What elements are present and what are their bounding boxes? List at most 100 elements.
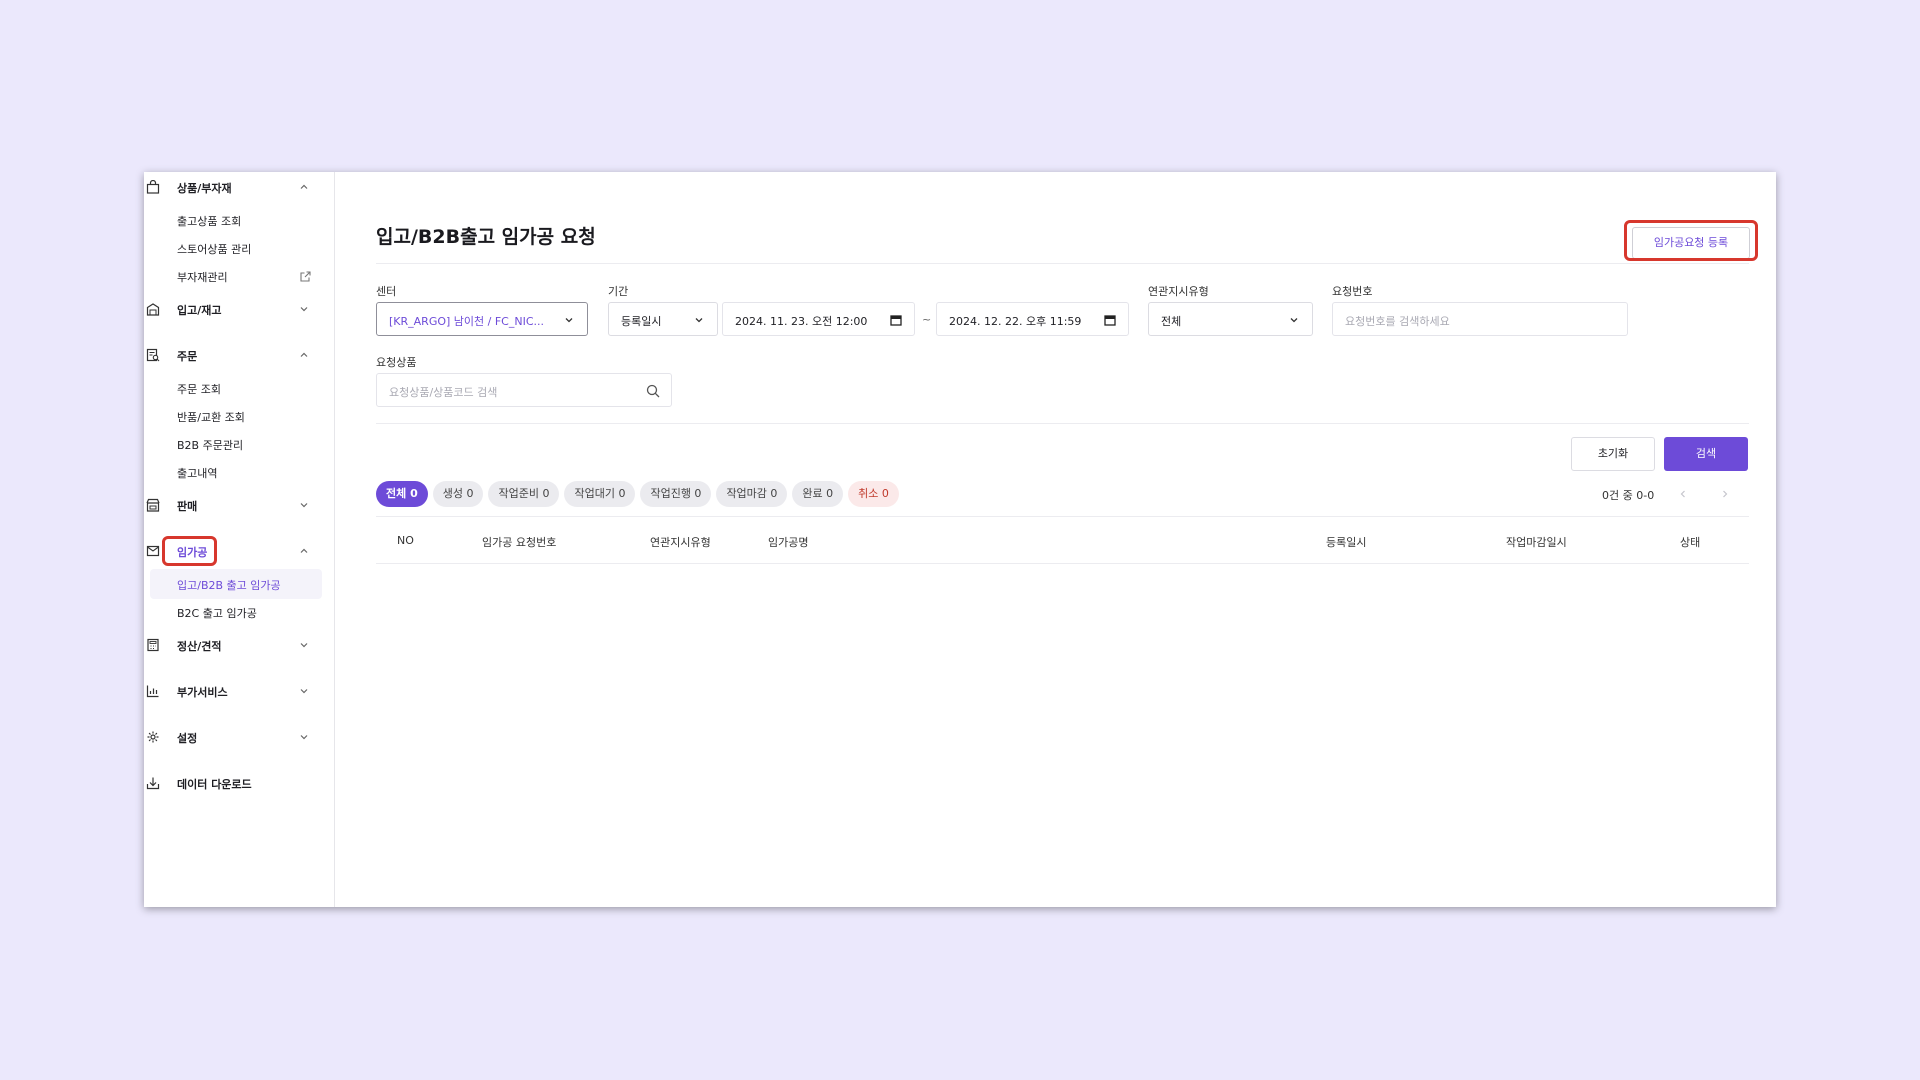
sidebar-group-label: 주문 — [177, 350, 198, 363]
sidebar-item-data-download[interactable]: 데이터 다운로드 — [144, 768, 335, 798]
warehouse-icon — [146, 303, 160, 316]
sidebar-item-returns[interactable]: 반품/교환 조회 — [150, 401, 322, 431]
sidebar: 상품/부자재 출고상품 조회 스토어상품 관리 부자재관리 입고/재고 주문 주… — [144, 172, 335, 907]
calendar-icon[interactable] — [1104, 314, 1116, 326]
pagination-count: 0건 중 0-0 — [1602, 489, 1655, 502]
calculator-icon — [147, 638, 159, 652]
request-no-placeholder: 요청번호를 검색하세요 — [1345, 315, 1450, 328]
bag-icon — [146, 180, 160, 194]
center-select[interactable]: [KR_ARGO] 남이천 / FC_NIC... — [376, 302, 588, 336]
column-header-request-no: 임가공 요청번호 — [482, 536, 557, 549]
calendar-icon[interactable] — [890, 314, 902, 326]
sidebar-item-order-lookup[interactable]: 주문 조회 — [150, 373, 322, 403]
status-chip-in-progress[interactable]: 작업진행 0 — [640, 481, 712, 507]
column-header-deadline: 작업마감일시 — [1506, 536, 1567, 549]
status-chip-cancelled[interactable]: 취소 0 — [848, 481, 899, 507]
sidebar-item-b2c-processing[interactable]: B2C 출고 임가공 — [150, 597, 322, 627]
sidebar-group-settlement[interactable]: 정산/견적 — [144, 630, 335, 660]
sidebar-item-label: B2C 출고 임가공 — [177, 607, 257, 620]
date-range-separator: ~ — [922, 313, 932, 326]
instruction-type-select[interactable]: 전체 — [1148, 302, 1313, 336]
external-link-icon — [300, 271, 311, 282]
chevron-down-icon[interactable] — [298, 731, 310, 743]
column-header-registered-at: 등록일시 — [1326, 536, 1367, 549]
date-from-value: 2024. 11. 23. 오전 12:00 — [735, 315, 868, 328]
sidebar-item-b2b-orders[interactable]: B2B 주문관리 — [150, 429, 322, 459]
sidebar-item-shipping-history[interactable]: 출고내역 — [150, 457, 322, 487]
sidebar-group-label: 상품/부자재 — [177, 182, 232, 195]
status-chip-created[interactable]: 생성 0 — [432, 481, 484, 507]
order-search-icon — [146, 348, 160, 362]
sidebar-group-label: 설정 — [177, 732, 198, 745]
date-to-value: 2024. 12. 22. 오후 11:59 — [949, 315, 1082, 328]
page-title: 입고/B2B출고 임가공 요청 — [376, 226, 596, 248]
status-filter-chips: 전체 0 생성 0 작업준비 0 작업대기 0 작업진행 0 작업마감 0 완료… — [376, 481, 899, 507]
chevron-down-icon — [1290, 318, 1298, 323]
status-chip-waiting[interactable]: 작업대기 0 — [564, 481, 636, 507]
status-chip-done[interactable]: 완료 0 — [792, 481, 844, 507]
inbox-icon — [146, 545, 160, 557]
period-type-value: 등록일시 — [621, 315, 662, 328]
sidebar-group-label: 정산/견적 — [177, 640, 222, 653]
sidebar-group-addon[interactable]: 부가서비스 — [144, 676, 335, 706]
column-header-name: 임가공명 — [768, 536, 809, 549]
app-window: 상품/부자재 출고상품 조회 스토어상품 관리 부자재관리 입고/재고 주문 주… — [144, 172, 1776, 907]
gear-icon — [147, 731, 159, 743]
request-product-placeholder: 요청상품/상품코드 검색 — [389, 386, 498, 399]
sidebar-group-inbound[interactable]: 입고/재고 — [144, 294, 335, 324]
date-to-input[interactable]: 2024. 12. 22. 오후 11:59 — [936, 302, 1129, 336]
sidebar-item-label: 출고상품 조회 — [177, 215, 242, 228]
chart-icon — [146, 685, 159, 698]
sidebar-group-sales[interactable]: 판매 — [144, 490, 335, 520]
sidebar-group-settings[interactable]: 설정 — [144, 722, 335, 752]
chevron-right-icon[interactable] — [1719, 488, 1731, 500]
date-from-input[interactable]: 2024. 11. 23. 오전 12:00 — [722, 302, 915, 336]
chevron-down-icon[interactable] — [298, 639, 310, 651]
sidebar-item-label: 부자재관리 — [177, 271, 228, 284]
table-top-border — [376, 516, 1749, 517]
sidebar-item-label: 반품/교환 조회 — [177, 411, 245, 424]
chevron-down-icon[interactable] — [298, 499, 310, 511]
sidebar-item-inbound-b2b-processing[interactable]: 입고/B2B 출고 임가공 — [150, 569, 322, 599]
sidebar-item-label: 주문 조회 — [177, 383, 221, 396]
download-icon — [146, 777, 160, 790]
status-chip-closing[interactable]: 작업마감 0 — [716, 481, 788, 507]
center-label: 센터 — [376, 285, 397, 298]
sidebar-group-products[interactable]: 상품/부자재 — [144, 172, 335, 202]
sidebar-item-label: 스토어상품 관리 — [177, 243, 252, 256]
instruction-type-label: 연관지시유형 — [1148, 285, 1209, 298]
highlight-box-register-button — [1624, 220, 1758, 261]
sidebar-item-materials[interactable]: 부자재관리 — [150, 261, 322, 291]
status-chip-all[interactable]: 전체 0 — [376, 481, 428, 507]
chevron-up-icon[interactable] — [298, 349, 310, 361]
store-icon — [146, 498, 160, 512]
request-no-label: 요청번호 — [1332, 285, 1373, 298]
chevron-up-icon[interactable] — [298, 545, 310, 557]
column-header-status: 상태 — [1680, 536, 1701, 549]
divider — [376, 423, 1749, 424]
chevron-down-icon[interactable] — [298, 685, 310, 697]
search-button[interactable]: 검색 — [1664, 437, 1748, 471]
chevron-down-icon[interactable] — [298, 303, 310, 315]
chevron-left-icon[interactable] — [1677, 488, 1689, 500]
sidebar-item-outbound-products[interactable]: 출고상품 조회 — [150, 205, 322, 235]
status-chip-preparing[interactable]: 작업준비 0 — [488, 481, 560, 507]
column-header-instruction-type: 연관지시유형 — [650, 536, 711, 549]
period-type-select[interactable]: 등록일시 — [608, 302, 718, 336]
request-no-input[interactable]: 요청번호를 검색하세요 — [1332, 302, 1628, 336]
sidebar-group-label: 판매 — [177, 500, 198, 513]
sidebar-group-label: 입고/재고 — [177, 304, 222, 317]
request-product-search-input[interactable]: 요청상품/상품코드 검색 — [376, 373, 672, 407]
sidebar-item-store-products[interactable]: 스토어상품 관리 — [150, 233, 322, 263]
search-icon[interactable] — [646, 384, 660, 398]
sidebar-group-label: 데이터 다운로드 — [177, 778, 252, 791]
table-header-bottom-border — [376, 563, 1749, 564]
sidebar-group-orders[interactable]: 주문 — [144, 340, 335, 370]
divider — [376, 263, 1749, 264]
sidebar-item-label: 출고내역 — [177, 467, 218, 480]
chevron-up-icon[interactable] — [298, 181, 310, 193]
reset-button[interactable]: 초기화 — [1571, 437, 1655, 471]
chevron-down-icon — [695, 318, 703, 323]
column-header-no: NO — [397, 534, 414, 547]
sidebar-group-label: 부가서비스 — [177, 686, 228, 699]
